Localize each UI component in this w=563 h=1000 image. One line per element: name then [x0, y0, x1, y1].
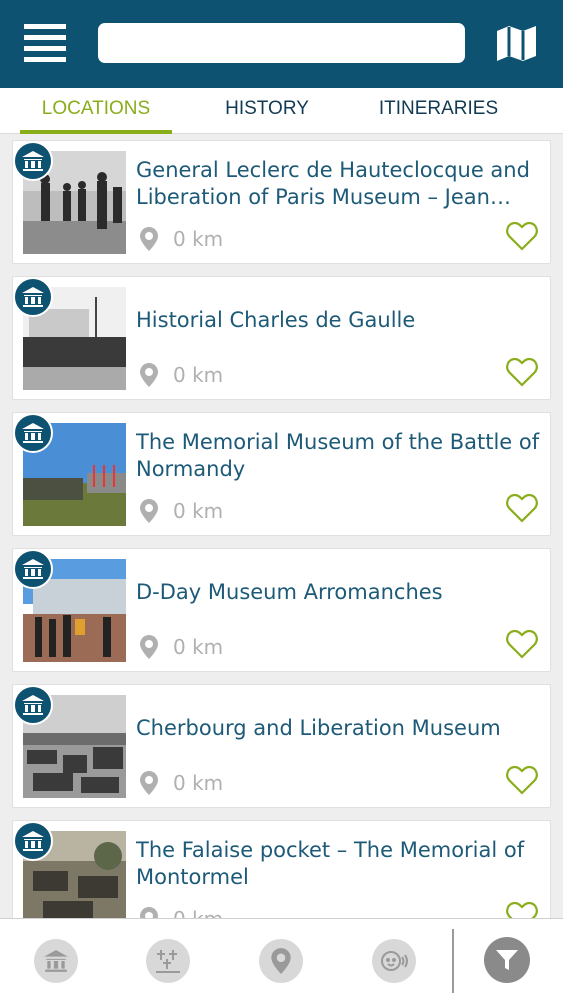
museum-icon [13, 685, 53, 725]
location-title: General Leclerc de Hauteclocque and Libe… [136, 158, 530, 209]
audio-guide-icon[interactable] [372, 939, 416, 983]
search-input[interactable] [98, 23, 465, 63]
distance-text: 0 km [173, 635, 224, 659]
favorite-heart-icon[interactable] [506, 357, 538, 387]
location-pin-icon [140, 771, 158, 795]
location-title: The Memorial Museum of the Battle of Nor… [136, 430, 540, 481]
distance-text: 0 km [173, 499, 224, 523]
location-pin-icon [140, 227, 158, 251]
top-bar [0, 0, 563, 88]
favorite-heart-icon[interactable] [506, 629, 538, 659]
distance-row: 0 km [139, 633, 223, 661]
location-title: Historial Charles de Gaulle [136, 308, 416, 332]
favorite-heart-icon[interactable] [506, 901, 538, 918]
museum-icon [13, 277, 53, 317]
location-pin-icon [140, 499, 158, 523]
location-title: D-Day Museum Arromanches [136, 580, 443, 604]
distance-text: 0 km [173, 227, 224, 251]
distance-row: 0 km [139, 905, 223, 918]
location-card[interactable]: General Leclerc de Hauteclocque and Libe… [12, 140, 551, 264]
distance-row: 0 km [139, 769, 223, 797]
distance-text: 0 km [173, 363, 224, 387]
distance-text: 0 km [173, 907, 223, 918]
location-title: Cherbourg and Liberation Museum [136, 716, 501, 740]
tab-bar: LOCATIONS HISTORY ITINERARIES [0, 88, 563, 134]
location-pin-icon[interactable] [259, 939, 303, 983]
favorite-heart-icon[interactable] [506, 765, 538, 795]
map-icon[interactable] [494, 24, 540, 62]
tab-locations[interactable]: LOCATIONS [20, 88, 172, 134]
distance-row: 0 km [139, 361, 223, 389]
hamburger-menu-icon[interactable] [24, 24, 68, 62]
bottom-nav-bar [0, 918, 563, 1000]
location-card[interactable]: D-Day Museum Arromanches 0 km [12, 548, 551, 672]
location-card[interactable]: The Falaise pocket – The Memorial of Mon… [12, 820, 551, 918]
distance-row: 0 km [139, 225, 223, 253]
locations-list: General Leclerc de Hauteclocque and Libe… [0, 134, 563, 918]
location-pin-icon [140, 363, 158, 387]
location-title: The Falaise pocket – The Memorial of Mon… [136, 838, 525, 889]
location-pin-icon [140, 907, 158, 918]
distance-text: 0 km [173, 771, 224, 795]
location-card[interactable]: Historial Charles de Gaulle 0 km [12, 276, 551, 400]
filter-icon[interactable] [484, 937, 530, 983]
location-card[interactable]: Cherbourg and Liberation Museum 0 km [12, 684, 551, 808]
location-pin-icon [140, 635, 158, 659]
nav-divider [452, 929, 454, 993]
museum-icon [13, 821, 53, 861]
favorite-heart-icon[interactable] [506, 493, 538, 523]
museum-icon [13, 413, 53, 453]
museum-icon [13, 141, 53, 181]
tab-itineraries[interactable]: ITINERARIES [366, 88, 511, 134]
museum-icon[interactable] [34, 939, 78, 983]
distance-row: 0 km [139, 497, 223, 525]
favorite-heart-icon[interactable] [506, 221, 538, 251]
location-card[interactable]: The Memorial Museum of the Battle of Nor… [12, 412, 551, 536]
cemetery-icon[interactable] [146, 939, 190, 983]
museum-icon [13, 549, 53, 589]
tab-history[interactable]: HISTORY [212, 88, 322, 134]
